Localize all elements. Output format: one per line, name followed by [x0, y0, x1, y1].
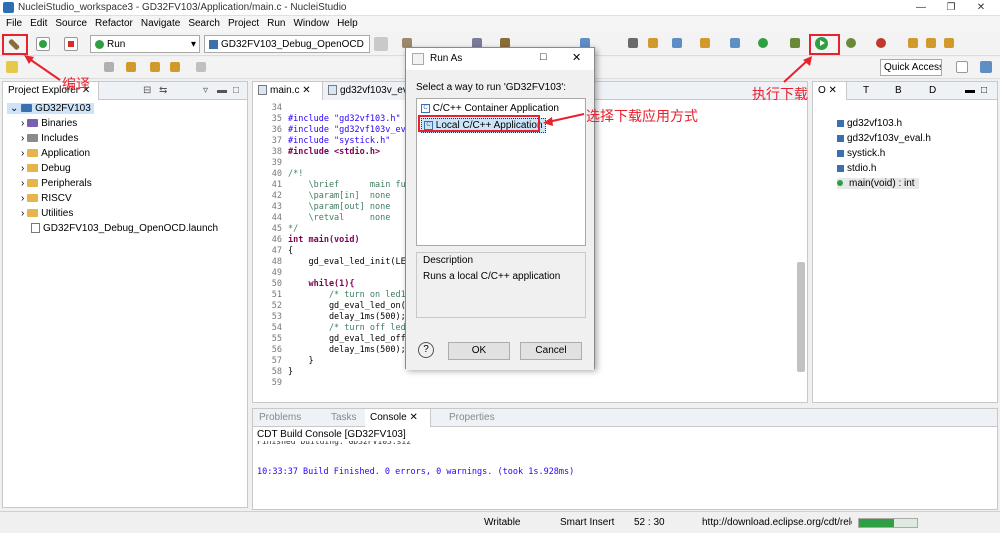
- compile-arrowhead: [24, 55, 34, 64]
- annotation-arrows: [24, 55, 812, 126]
- choose-arrowhead: [543, 117, 553, 126]
- choose-arrow: [547, 113, 585, 123]
- run-arrow: [783, 59, 809, 83]
- compile-arrow: [27, 57, 61, 81]
